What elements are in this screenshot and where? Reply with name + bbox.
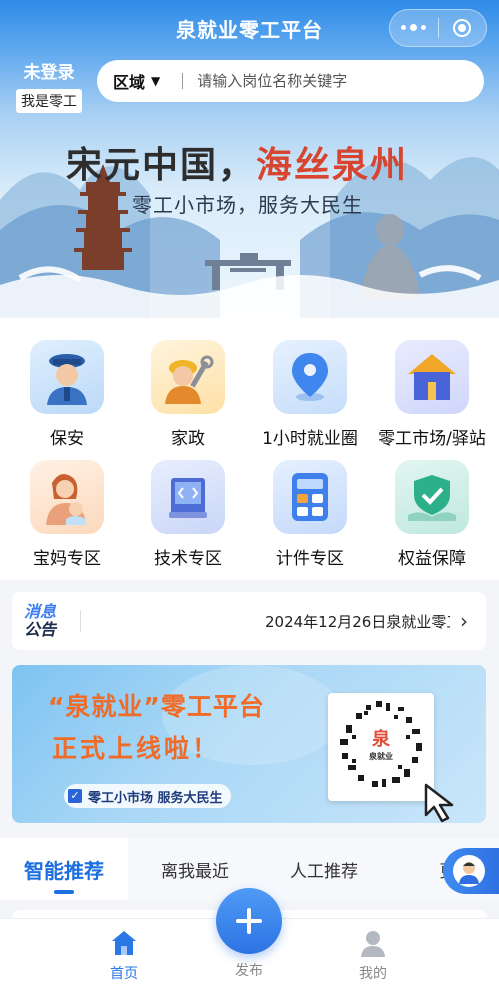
plus-icon (236, 908, 262, 934)
checkbox-icon: ✓ (68, 789, 82, 803)
service-label: 家政 (171, 429, 205, 449)
customer-service-button[interactable] (443, 848, 499, 894)
nav-mine[interactable]: 我的 (333, 925, 413, 983)
user-icon (333, 925, 413, 957)
cursor-arrow-icon (424, 783, 454, 823)
caret-down-icon[interactable]: ▼ (151, 74, 160, 88)
tab-manual-recommend[interactable]: 人工推荐 (260, 838, 388, 900)
code-screen-icon (151, 460, 225, 534)
tab-smart-recommend[interactable]: 智能推荐 (0, 838, 128, 900)
publish-label: 发布 (235, 963, 263, 979)
mother-baby-icon (30, 460, 104, 534)
notice-text[interactable]: 2024年12月26日泉就业零工平台 (265, 611, 450, 632)
nav-mine-label: 我的 (359, 966, 387, 982)
nav-home[interactable]: 首页 (84, 925, 164, 983)
notice-badge: 消息 公告 (12, 603, 72, 639)
notice-badge-line1: 消息 (24, 602, 57, 621)
mini-program-capsule (389, 9, 487, 47)
login-status[interactable]: 未登录 (12, 58, 86, 83)
service-label: 宝妈专区 (33, 549, 101, 569)
service-label: 计件专区 (276, 549, 344, 569)
search-input[interactable] (197, 72, 428, 90)
slogan-part1: 宋元中国， (66, 144, 257, 186)
notice-divider (80, 610, 81, 632)
service-security[interactable]: 保安 (5, 340, 129, 449)
notice-badge-line2: 公告 (24, 620, 57, 639)
promo-headline: “泉就业”零工平台 (48, 692, 265, 721)
chevron-right-icon[interactable]: › (450, 609, 478, 633)
hero-slogan: 宋元中国，海丝泉州 (66, 136, 408, 188)
region-selector[interactable]: 区域 (113, 69, 145, 93)
location-pin-icon (273, 340, 347, 414)
promo-subheadline: 正式上线啦！ (52, 734, 221, 763)
customer-service-avatar-icon (453, 855, 485, 887)
slogan-part2: 海丝泉州 (256, 144, 409, 186)
security-guard-icon (30, 340, 104, 414)
service-label: 零工市场/驿站 (378, 429, 486, 449)
logo-name: 泉就业 (369, 752, 393, 761)
search-bar: 区域 ▼ (97, 60, 484, 102)
nav-home-label: 首页 (110, 966, 138, 982)
calculator-icon (273, 460, 347, 534)
service-label: 1小时就业圈 (262, 429, 358, 449)
service-label: 保安 (50, 429, 84, 449)
logo-mark: 泉 (372, 729, 390, 750)
service-piecework-zone[interactable]: 计件专区 (248, 460, 372, 569)
role-tag[interactable]: 我是零工 (16, 89, 82, 113)
service-grid: 保安 家政 1小时就业圈 零工市场/驿站 宝妈专区 技术专区 计件专区 权益保障 (0, 318, 499, 580)
search-divider (182, 73, 184, 89)
notice-bar[interactable]: 消息 公告 2024年12月26日泉就业零工平台 › (12, 592, 486, 650)
publish-button[interactable] (216, 888, 282, 954)
more-dots-icon[interactable] (390, 24, 438, 31)
service-label: 权益保障 (398, 549, 466, 569)
housekeeping-tools-icon (151, 340, 225, 414)
service-housekeeping[interactable]: 家政 (126, 340, 250, 449)
service-mom-zone[interactable]: 宝妈专区 (5, 460, 129, 569)
service-rights-protection[interactable]: 权益保障 (370, 460, 494, 569)
promo-banner[interactable]: “泉就业”零工平台 正式上线啦！ ✓ 零工小市场 服务大民生 泉 泉就业 (12, 665, 486, 823)
shield-check-icon (395, 460, 469, 534)
qr-code-card: 泉 泉就业 (328, 693, 434, 801)
hero-subtitle: 零工小市场，服务大民生 (132, 193, 363, 217)
house-icon (395, 340, 469, 414)
service-gig-market[interactable]: 零工市场/驿站 (370, 340, 494, 449)
qr-center-logo: 泉 泉就业 (358, 721, 404, 767)
title-bar: 泉就业零工平台 (0, 0, 499, 56)
login-area: 未登录 我是零工 (12, 58, 86, 113)
mini-program-close-icon[interactable] (438, 19, 486, 37)
promo-tagline-text: 零工小市场 服务大民生 (88, 790, 223, 806)
service-one-hour-circle[interactable]: 1小时就业圈 (248, 340, 372, 449)
service-label: 技术专区 (154, 549, 222, 569)
hero-banner: 泉就业零工平台 未登录 我是零工 区域 ▼ 宋元中国，海丝泉州 零工小市场，服务… (0, 0, 499, 318)
promo-tagline: ✓ 零工小市场 服务大民生 (64, 784, 231, 808)
home-icon (84, 925, 164, 957)
service-tech-zone[interactable]: 技术专区 (126, 460, 250, 569)
